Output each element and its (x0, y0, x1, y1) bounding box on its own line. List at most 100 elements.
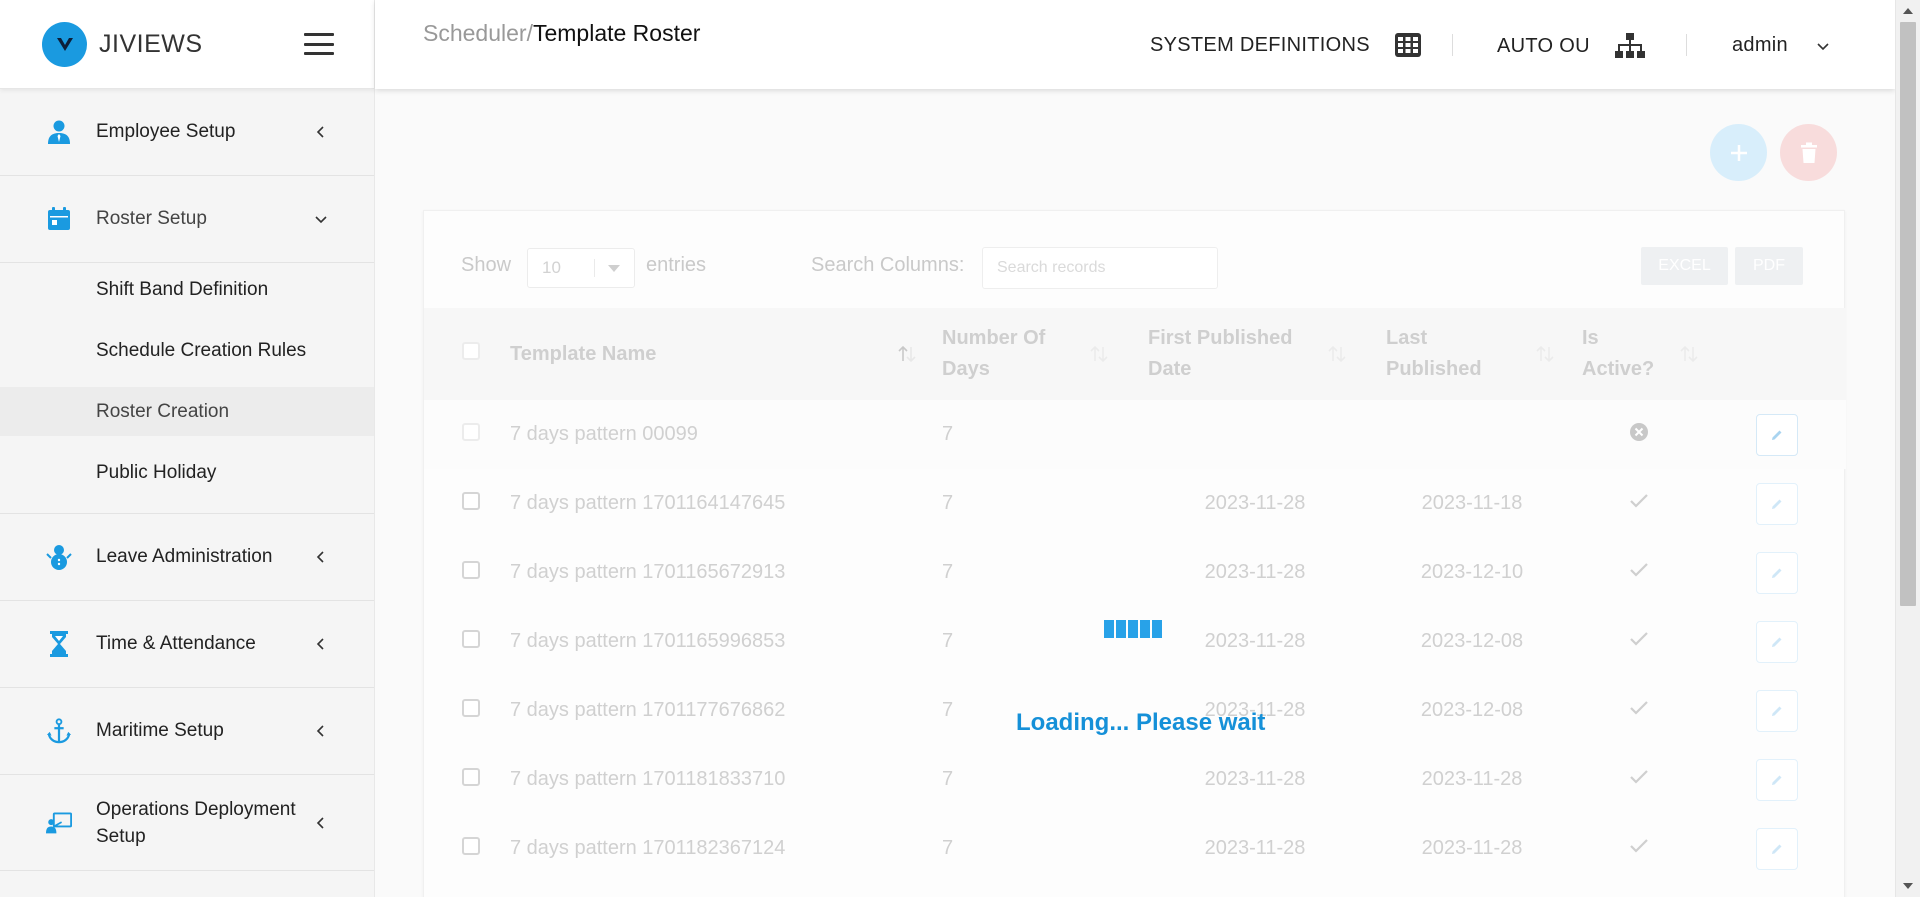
header-divider (1452, 34, 1453, 56)
table-row[interactable]: 7 days pattern 1701181833710 7 2023-11-2… (424, 745, 1846, 814)
delete-template-button[interactable] (1780, 124, 1837, 181)
system-definitions-label: SYSTEM DEFINITIONS (1150, 33, 1370, 56)
active-status-cell (1570, 745, 1708, 814)
table-row[interactable]: 7 days pattern 1701165996853 7 2023-11-2… (424, 607, 1846, 676)
page-title: Template Roster (532, 20, 701, 46)
edit-button[interactable] (1756, 620, 1798, 663)
check-icon (1630, 632, 1648, 646)
table-header-row: Template Name Number Of Days First Publis… (424, 308, 1846, 400)
sidebar-item-shift-band-definition[interactable]: Shift Band Definition (0, 265, 374, 314)
export-pdf-button[interactable]: PDF (1735, 247, 1803, 285)
roster-setup-submenu: Shift Band Definition Schedule Creation … (0, 263, 374, 514)
edit-button[interactable] (1756, 482, 1798, 525)
show-label: Show (461, 254, 512, 276)
sidebar-item-schedule-creation-rules[interactable]: Schedule Creation Rules (0, 326, 374, 375)
menu-toggle-icon[interactable] (304, 33, 334, 55)
edit-button[interactable] (1756, 689, 1798, 732)
days-cell: 7 (942, 837, 954, 859)
export-excel-button[interactable]: EXCEL (1641, 247, 1728, 285)
row-checkbox[interactable] (462, 560, 480, 579)
scroll-up-arrow-icon[interactable] (1903, 8, 1913, 14)
sidebar-item-roster-creation[interactable]: Roster Creation (0, 387, 374, 436)
breadcrumb-parent[interactable]: Scheduler (423, 20, 527, 46)
actions-cell (1708, 814, 1846, 883)
brand-bar: JIVIEWS (0, 0, 374, 89)
row-select-cell (424, 607, 498, 676)
row-select-cell (424, 538, 498, 607)
column-header-first-published-date[interactable]: First Published Date (1136, 308, 1374, 400)
system-definitions-button[interactable]: SYSTEM DEFINITIONS (1150, 32, 1422, 58)
calendar-icon (46, 206, 72, 232)
caret-down-icon (608, 265, 620, 272)
scroll-down-arrow-icon[interactable] (1903, 883, 1913, 889)
chevron-left-icon (314, 724, 328, 738)
chevron-left-icon (314, 550, 328, 564)
chevron-left-icon (314, 125, 328, 139)
auto-ou-button[interactable]: AUTO OU (1497, 32, 1646, 60)
sidebar-item-public-holiday[interactable]: Public Holiday (0, 448, 374, 497)
check-icon (1630, 770, 1648, 784)
sidebar-item-time-attendance[interactable]: Time & Attendance (0, 601, 374, 688)
table-row[interactable]: 7 days pattern 00099 7 (424, 400, 1846, 469)
search-input[interactable] (982, 247, 1218, 289)
sort-icon (1090, 345, 1108, 363)
entries-per-page-select[interactable]: 10 (527, 248, 635, 288)
user-menu[interactable]: admin (1732, 34, 1830, 57)
row-checkbox[interactable] (462, 629, 480, 648)
hourglass-icon (46, 631, 72, 657)
edit-button[interactable] (1756, 413, 1798, 456)
active-status-cell (1570, 814, 1708, 883)
row-checkbox[interactable] (462, 698, 480, 717)
table-row[interactable]: 7 days pattern 1701165672913 7 2023-11-2… (424, 538, 1846, 607)
table-row[interactable]: 7 days pattern 1701164147645 7 2023-11-2… (424, 469, 1846, 538)
column-header-last-published[interactable]: Last Published (1374, 308, 1570, 400)
sidebar-item-employee-setup[interactable]: Employee Setup (0, 89, 374, 176)
days-cell: 7 (942, 561, 954, 583)
column-header-number-of-days[interactable]: Number Of Days (930, 308, 1136, 400)
active-status-cell (1570, 538, 1708, 607)
sidebar-item-maritime-setup[interactable]: Maritime Setup (0, 688, 374, 775)
select-all-checkbox[interactable] (462, 341, 480, 360)
brand-logo[interactable] (42, 21, 87, 67)
sidebar-item-operations-deployment-setup[interactable]: Operations Deployment Setup (0, 775, 374, 871)
sidebar-item-label-line1: Operations Deployment (96, 798, 296, 820)
main-content: Show 10 entries Search Columns: EXCEL PD… (375, 89, 1895, 897)
active-status-cell (1570, 400, 1708, 469)
table-row[interactable]: 7 days pattern 1701182367124 7 2023-11-2… (424, 814, 1846, 883)
column-header-is-active[interactable]: Is Active? (1570, 308, 1708, 400)
loading-message: Loading... Please wait (1016, 709, 1266, 736)
active-status-cell (1570, 607, 1708, 676)
column-label-line1: Is (1582, 327, 1599, 349)
chevron-left-icon (314, 816, 328, 830)
logo-v-icon (56, 38, 73, 51)
header-divider (1686, 34, 1687, 56)
actions-cell (1708, 469, 1846, 538)
row-checkbox[interactable] (462, 491, 480, 510)
row-select-cell (424, 469, 498, 538)
scrollbar-thumb[interactable] (1900, 22, 1916, 606)
row-checkbox[interactable] (462, 767, 480, 786)
template-name-cell: 7 days pattern 1701165672913 (510, 561, 786, 583)
actions-cell (1708, 538, 1846, 607)
sidebar-item-leave-administration[interactable]: Leave Administration (0, 514, 374, 601)
sidebar-item-label: Leave Administration (96, 546, 273, 567)
page-scrollbar[interactable] (1895, 0, 1920, 897)
sort-icon (1536, 345, 1554, 363)
last-published-cell (1374, 400, 1570, 469)
column-label-line2: Active? (1582, 358, 1655, 380)
pencil-icon (1772, 706, 1782, 716)
column-label-line1: Last (1386, 327, 1428, 349)
add-template-button[interactable] (1710, 124, 1767, 181)
pencil-icon (1772, 499, 1782, 509)
edit-button[interactable] (1756, 758, 1798, 801)
row-checkbox[interactable] (462, 422, 480, 441)
edit-button[interactable] (1756, 827, 1798, 870)
template-name-cell: 7 days pattern 00099 (510, 423, 698, 445)
column-header-template-name[interactable]: Template Name (498, 308, 930, 400)
entries-value: 10 (542, 258, 561, 277)
sidebar-item-roster-setup[interactable]: Roster Setup (0, 176, 374, 263)
edit-button[interactable] (1756, 551, 1798, 594)
row-select-cell (424, 676, 498, 745)
row-checkbox[interactable] (462, 836, 480, 855)
column-label-line2: Days (942, 358, 990, 380)
